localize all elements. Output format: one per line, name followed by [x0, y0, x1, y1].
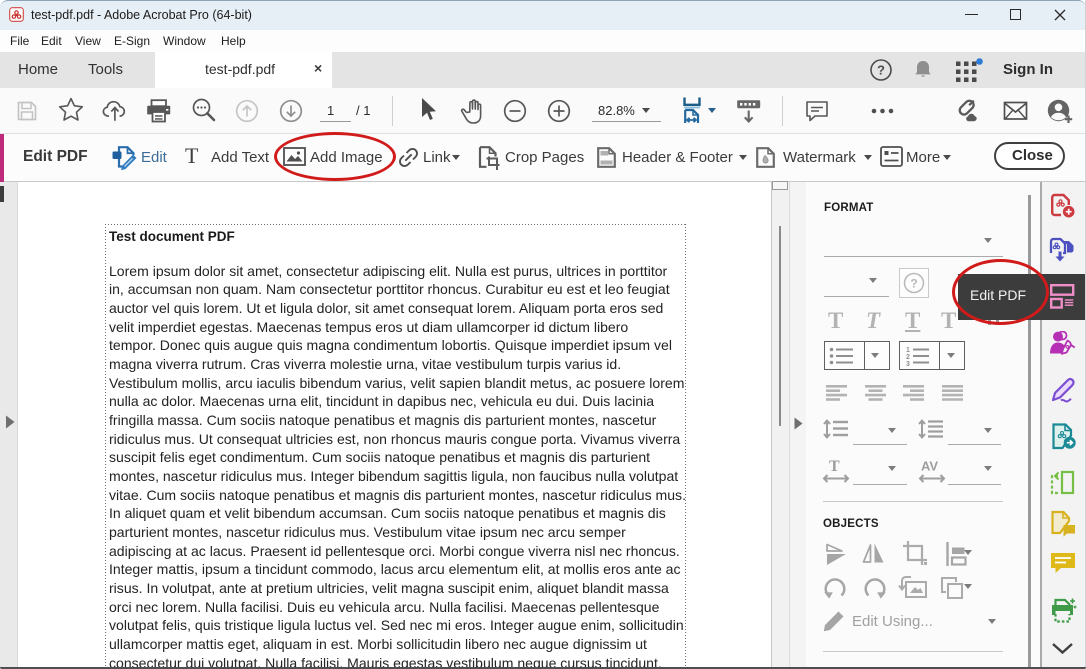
svg-text:2: 2 [906, 354, 910, 361]
svg-text:?: ? [877, 63, 885, 78]
svg-text:?: ? [910, 277, 917, 291]
svg-text:AV: AV [921, 459, 938, 474]
svg-text:1: 1 [906, 347, 910, 354]
svg-text:3: 3 [906, 361, 910, 366]
svg-text:T: T [829, 458, 840, 475]
